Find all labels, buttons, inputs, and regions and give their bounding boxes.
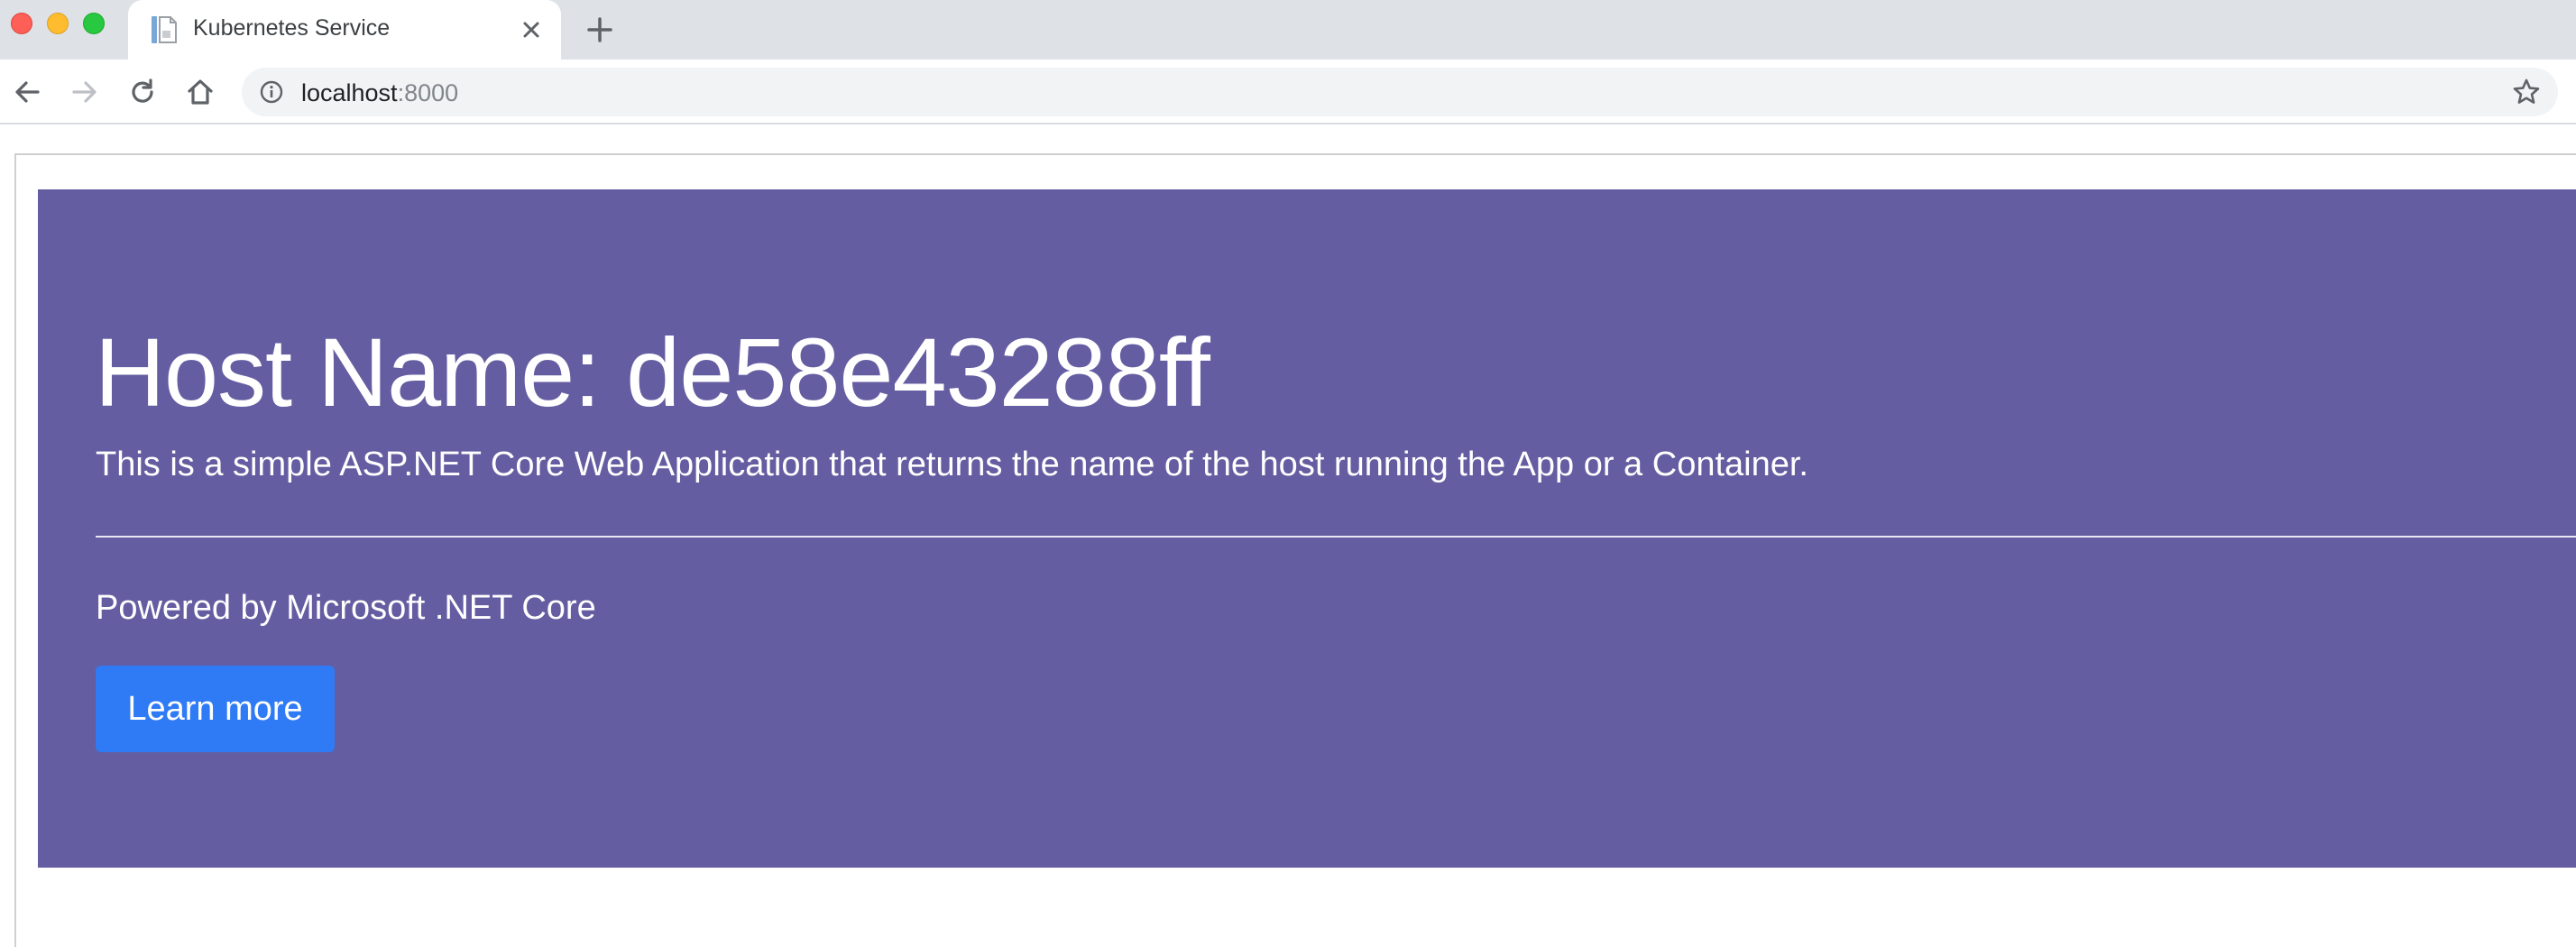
window-close-button[interactable]	[11, 13, 32, 34]
url-text[interactable]: localhost:8000	[301, 79, 458, 107]
window-maximize-button[interactable]	[83, 13, 105, 34]
tab-strip: Kubernetes Service	[0, 0, 2576, 60]
divider	[96, 536, 2576, 538]
close-icon[interactable]	[518, 16, 545, 43]
url-port: :8000	[397, 79, 459, 106]
home-icon[interactable]	[184, 76, 216, 108]
reload-icon[interactable]	[126, 76, 159, 108]
arrow-right-icon[interactable]	[69, 76, 101, 108]
url-host: localhost	[301, 79, 398, 106]
powered-by-text: Powered by Microsoft .NET Core	[96, 589, 596, 627]
star-icon[interactable]	[2511, 77, 2542, 107]
browser-tab-active[interactable]: Kubernetes Service	[128, 0, 561, 60]
page-viewport: Host Name: de58e43288ff This is a simple…	[0, 124, 2576, 947]
tab-title: Kubernetes Service	[193, 15, 391, 41]
address-bar[interactable]: localhost:8000	[242, 68, 2558, 116]
lead-description: This is a simple ASP.NET Core Web Applic…	[96, 446, 1808, 483]
learn-more-button[interactable]: Learn more	[96, 666, 335, 752]
document-icon	[150, 14, 179, 45]
jumbotron: Host Name: de58e43288ff This is a simple…	[38, 189, 2576, 868]
arrow-left-icon[interactable]	[11, 76, 43, 108]
host-name-heading: Host Name: de58e43288ff	[95, 317, 1210, 427]
browser-toolbar: localhost:8000	[0, 60, 2576, 124]
window-minimize-button[interactable]	[47, 13, 69, 34]
info-icon[interactable]	[260, 80, 283, 104]
plus-icon[interactable]	[584, 14, 615, 45]
